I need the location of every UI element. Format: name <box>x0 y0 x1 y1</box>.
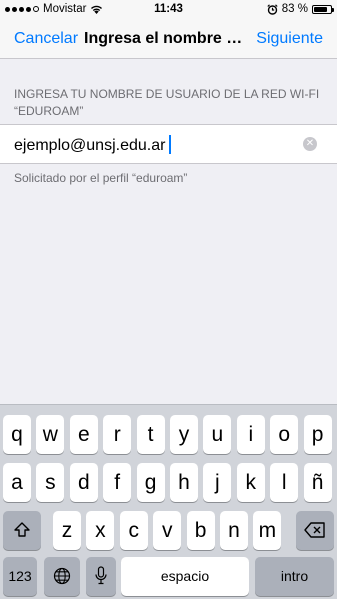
next-button[interactable]: Siguiente <box>256 30 323 48</box>
space-key[interactable]: espacio <box>121 557 249 596</box>
key-t[interactable]: t <box>136 415 165 454</box>
key-b[interactable]: b <box>186 511 215 550</box>
delete-icon <box>304 522 325 538</box>
key-s[interactable]: s <box>36 463 65 502</box>
clear-icon[interactable]: ✕ <box>303 137 317 151</box>
alarm-icon <box>267 3 278 15</box>
battery-icon <box>312 4 334 14</box>
key-v[interactable]: v <box>153 511 182 550</box>
key-u[interactable]: u <box>203 415 232 454</box>
key-n[interactable]: n <box>220 511 248 550</box>
key-y[interactable]: y <box>170 415 198 454</box>
key-p[interactable]: p <box>303 415 332 454</box>
key-g[interactable]: g <box>136 463 165 502</box>
username-input[interactable]: ejemplo@unsj.edu.ar <box>14 135 172 155</box>
key-m[interactable]: m <box>253 511 282 550</box>
key-f[interactable]: f <box>103 463 132 502</box>
key-ñ[interactable]: ñ <box>303 463 332 502</box>
navigation-bar: Cancelar Ingresa el nombre de usuario Si… <box>0 20 337 59</box>
microphone-key[interactable] <box>86 557 116 596</box>
battery-level <box>314 6 328 12</box>
globe-icon <box>53 567 71 585</box>
key-q[interactable]: q <box>3 415 31 454</box>
status-right: 83 % <box>267 3 334 15</box>
shift-icon <box>14 522 30 537</box>
key-l[interactable]: l <box>270 463 299 502</box>
key-i[interactable]: i <box>236 415 265 454</box>
key-r[interactable]: r <box>103 415 132 454</box>
section-header: INGRESA TU NOMBRE DE USUARIO DE LA RED W… <box>14 87 320 118</box>
return-key[interactable]: intro <box>255 557 334 596</box>
key-e[interactable]: e <box>69 415 98 454</box>
text-caret <box>169 135 172 154</box>
cancel-button[interactable]: Cancelar <box>14 30 78 48</box>
page-title: Ingresa el nombre de usuario <box>84 30 250 47</box>
username-value: ejemplo@unsj.edu.ar <box>14 137 166 154</box>
key-d[interactable]: d <box>69 463 98 502</box>
delete-key[interactable] <box>296 511 334 550</box>
key-x[interactable]: x <box>86 511 115 550</box>
key-c[interactable]: c <box>119 511 148 550</box>
numbers-key[interactable]: 123 <box>3 557 37 596</box>
microphone-icon <box>95 566 107 585</box>
profile-note: Solicitado por el perfil “eduroam” <box>14 171 188 185</box>
battery-percent: 83 % <box>281 3 308 15</box>
key-k[interactable]: k <box>236 463 265 502</box>
shift-key[interactable] <box>3 511 41 550</box>
status-bar: Movistar 11:43 83 % <box>0 0 337 20</box>
key-o[interactable]: o <box>270 415 299 454</box>
username-field[interactable]: ejemplo@unsj.edu.ar ✕ <box>0 124 337 164</box>
globe-key[interactable] <box>44 557 80 596</box>
key-j[interactable]: j <box>203 463 232 502</box>
key-h[interactable]: h <box>170 463 198 502</box>
key-z[interactable]: z <box>53 511 81 550</box>
keyboard: qwertyuiop asdfghjklñ zxcvbnm 123 espaci… <box>0 404 337 599</box>
key-w[interactable]: w <box>36 415 65 454</box>
key-a[interactable]: a <box>3 463 31 502</box>
